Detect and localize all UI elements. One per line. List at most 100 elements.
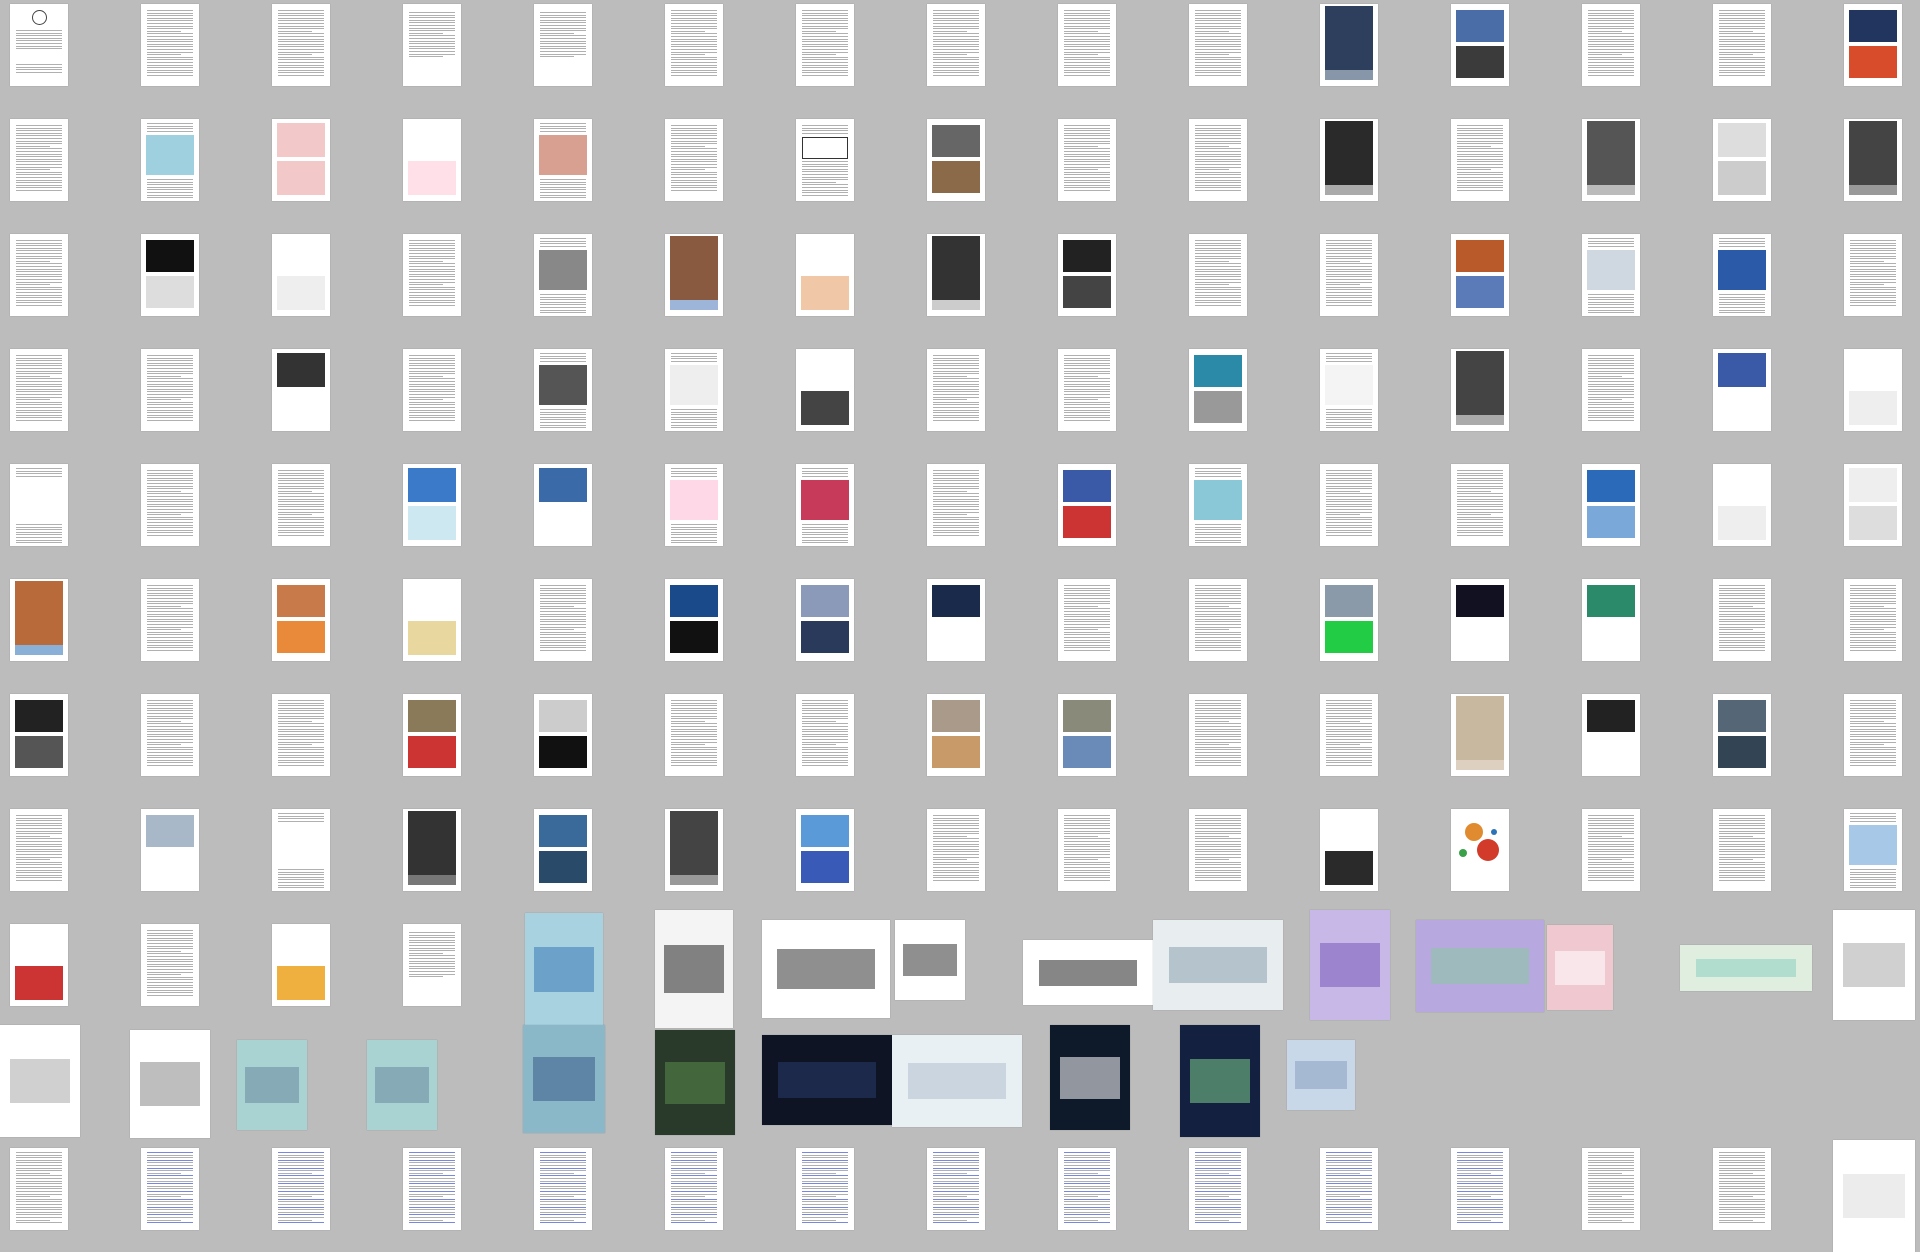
page-thumbnail[interactable] — [1320, 4, 1378, 86]
page-thumbnail[interactable] — [1058, 809, 1116, 891]
board-thumbnail[interactable] — [367, 1040, 437, 1130]
page-thumbnail[interactable] — [1582, 464, 1640, 546]
page-thumbnail[interactable] — [403, 464, 461, 546]
page-thumbnail[interactable] — [927, 579, 985, 661]
board-thumbnail[interactable] — [1310, 910, 1390, 1020]
reference-page-thumbnail[interactable] — [1713, 1148, 1771, 1230]
page-thumbnail[interactable] — [665, 464, 723, 546]
page-thumbnail[interactable] — [1451, 464, 1509, 546]
page-thumbnail[interactable] — [1320, 119, 1378, 201]
page-thumbnail[interactable] — [1844, 464, 1902, 546]
page-thumbnail[interactable] — [1189, 349, 1247, 431]
page-thumbnail[interactable] — [1058, 349, 1116, 431]
page-thumbnail[interactable] — [1582, 119, 1640, 201]
page-thumbnail[interactable] — [1713, 4, 1771, 86]
page-thumbnail[interactable] — [403, 4, 461, 86]
page-thumbnail[interactable] — [1451, 579, 1509, 661]
board-thumbnail[interactable] — [1050, 1025, 1130, 1130]
page-thumbnail[interactable] — [665, 694, 723, 776]
page-thumbnail[interactable] — [141, 464, 199, 546]
board-thumbnail[interactable] — [1153, 920, 1283, 1010]
page-thumbnail[interactable] — [403, 809, 461, 891]
page-thumbnail[interactable] — [1844, 809, 1902, 891]
board-thumbnail[interactable] — [892, 1035, 1022, 1127]
board-thumbnail[interactable] — [655, 1030, 735, 1135]
page-thumbnail[interactable] — [1189, 234, 1247, 316]
page-thumbnail[interactable] — [1058, 464, 1116, 546]
page-thumbnail[interactable] — [10, 694, 68, 776]
page-thumbnail[interactable] — [141, 234, 199, 316]
board-thumbnail[interactable] — [895, 920, 965, 1000]
page-thumbnail[interactable] — [272, 579, 330, 661]
page-thumbnail[interactable] — [403, 579, 461, 661]
page-thumbnail[interactable] — [1713, 464, 1771, 546]
page-thumbnail[interactable] — [1582, 694, 1640, 776]
page-thumbnail[interactable] — [665, 579, 723, 661]
page-thumbnail[interactable] — [1058, 4, 1116, 86]
page-thumbnail[interactable] — [1713, 349, 1771, 431]
page-thumbnail[interactable] — [1451, 809, 1509, 891]
page-thumbnail[interactable] — [1713, 579, 1771, 661]
page-thumbnail[interactable] — [927, 119, 985, 201]
page-thumbnail[interactable] — [1320, 809, 1378, 891]
page-thumbnail[interactable] — [1451, 234, 1509, 316]
page-thumbnail[interactable] — [796, 464, 854, 546]
page-thumbnail[interactable] — [927, 809, 985, 891]
page-thumbnail[interactable] — [141, 119, 199, 201]
page-thumbnail[interactable] — [534, 4, 592, 86]
reference-page-thumbnail[interactable] — [10, 1148, 68, 1230]
page-thumbnail[interactable] — [534, 694, 592, 776]
page-thumbnail[interactable] — [1582, 809, 1640, 891]
page-thumbnail[interactable] — [796, 234, 854, 316]
reference-page-thumbnail[interactable] — [1189, 1148, 1247, 1230]
page-thumbnail[interactable] — [1320, 349, 1378, 431]
reference-page-thumbnail[interactable] — [141, 1148, 199, 1230]
page-thumbnail[interactable] — [10, 349, 68, 431]
reference-page-thumbnail[interactable] — [1058, 1148, 1116, 1230]
board-thumbnail[interactable] — [0, 1025, 80, 1137]
page-thumbnail[interactable] — [1844, 119, 1902, 201]
reference-page-thumbnail[interactable] — [665, 1148, 723, 1230]
page-thumbnail[interactable] — [141, 579, 199, 661]
board-thumbnail[interactable] — [655, 910, 733, 1028]
board-thumbnail[interactable] — [1023, 940, 1153, 1005]
page-thumbnail[interactable] — [403, 119, 461, 201]
page-thumbnail[interactable] — [1451, 119, 1509, 201]
page-thumbnail[interactable] — [1844, 349, 1902, 431]
page-thumbnail[interactable] — [1844, 579, 1902, 661]
board-thumbnail[interactable] — [762, 1035, 892, 1125]
page-thumbnail[interactable] — [1189, 119, 1247, 201]
reference-page-thumbnail[interactable] — [927, 1148, 985, 1230]
page-thumbnail[interactable] — [1189, 694, 1247, 776]
page-thumbnail[interactable] — [927, 464, 985, 546]
page-thumbnail[interactable] — [1058, 694, 1116, 776]
page-thumbnail[interactable] — [1058, 234, 1116, 316]
board-thumbnail[interactable] — [525, 913, 603, 1026]
reference-page-thumbnail[interactable] — [1451, 1148, 1509, 1230]
page-thumbnail[interactable] — [272, 349, 330, 431]
page-thumbnail[interactable] — [141, 694, 199, 776]
page-thumbnail[interactable] — [1451, 694, 1509, 776]
page-thumbnail[interactable] — [1320, 579, 1378, 661]
page-thumbnail[interactable] — [10, 119, 68, 201]
page-thumbnail[interactable] — [927, 4, 985, 86]
page-thumbnail[interactable] — [796, 119, 854, 201]
page-thumbnail[interactable] — [10, 924, 68, 1006]
reference-page-thumbnail[interactable] — [1582, 1148, 1640, 1230]
page-thumbnail[interactable] — [1582, 4, 1640, 86]
page-thumbnail[interactable] — [10, 809, 68, 891]
page-thumbnail[interactable] — [1058, 119, 1116, 201]
page-thumbnail[interactable] — [927, 349, 985, 431]
page-thumbnail[interactable] — [1582, 579, 1640, 661]
page-thumbnail[interactable] — [796, 809, 854, 891]
page-thumbnail[interactable] — [10, 4, 68, 86]
page-thumbnail[interactable] — [1320, 694, 1378, 776]
page-thumbnail[interactable] — [1713, 119, 1771, 201]
page-thumbnail[interactable] — [796, 694, 854, 776]
page-thumbnail[interactable] — [534, 464, 592, 546]
page-thumbnail[interactable] — [1058, 579, 1116, 661]
page-thumbnail[interactable] — [1189, 464, 1247, 546]
page-thumbnail[interactable] — [1582, 234, 1640, 316]
page-thumbnail[interactable] — [272, 924, 330, 1006]
page-thumbnail[interactable] — [10, 464, 68, 546]
